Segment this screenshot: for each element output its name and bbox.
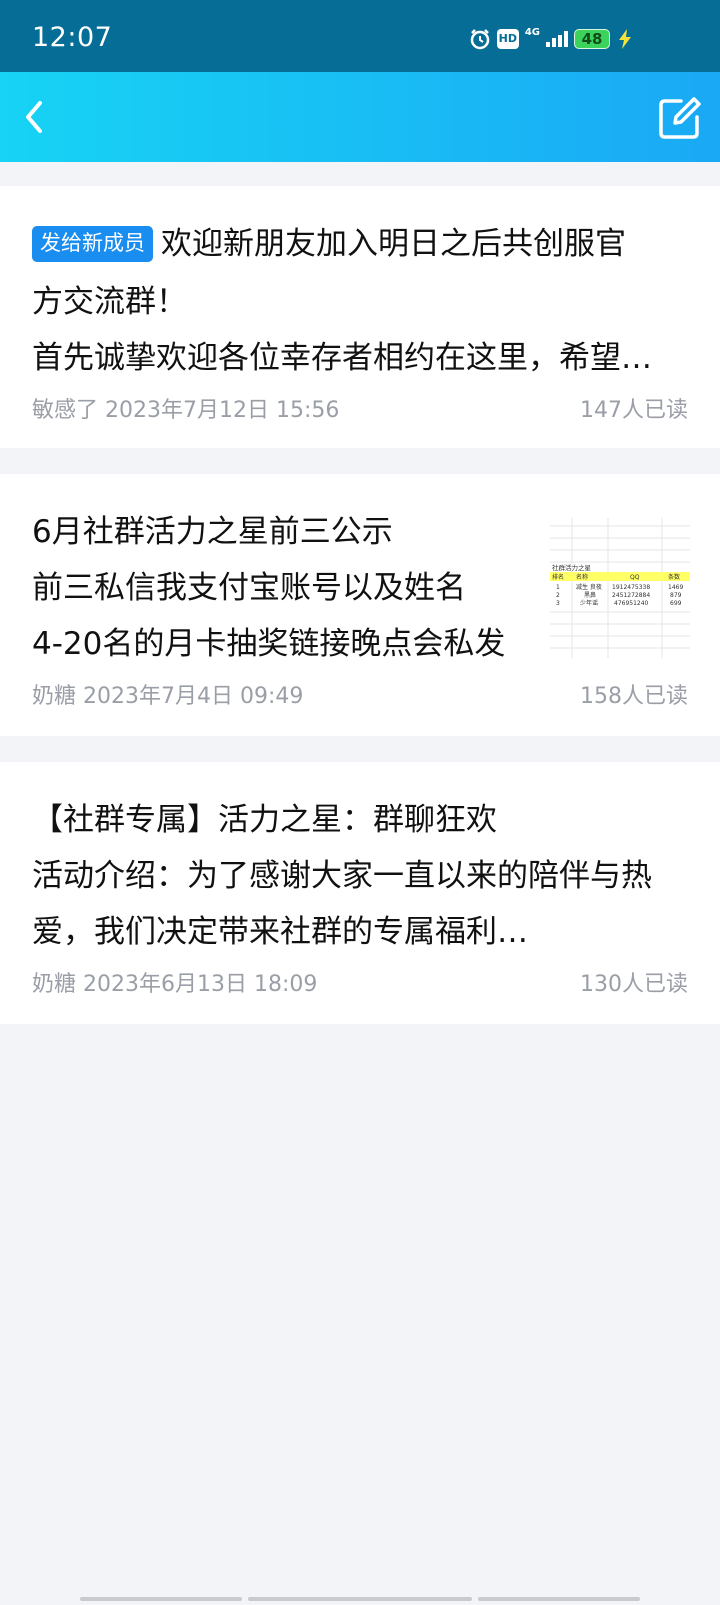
post-summary-line: 活动介绍：为了感谢大家一直以来的陪伴与热	[32, 858, 652, 894]
hd-badge: HD	[496, 29, 519, 49]
post-card[interactable]: 6月社群活力之星前三公示 前三私信我支付宝账号以及姓名 4-20名的月卡抽奖链接…	[0, 474, 720, 736]
post-title-line: 发给新成员 欢迎新朋友加入明日之后共创服官	[32, 224, 626, 264]
post-summary-line: 4-20名的月卡抽奖链接晚点会私发	[32, 626, 506, 662]
thumb-cell: 少年谣	[580, 599, 598, 607]
edit-icon	[659, 97, 701, 139]
post-date: 2023年7月4日 09:49	[83, 684, 304, 709]
spreadsheet-thumbnail: 社群活力之星 排名 名称 QQ 条数 1 减生 良夜 1912475338 14…	[550, 518, 690, 658]
post-thumbnail[interactable]: 社群活力之星 排名 名称 QQ 条数 1 减生 良夜 1912475338 14…	[550, 518, 690, 658]
post-author: 奶糖	[32, 684, 77, 709]
home-indicator	[478, 1597, 640, 1601]
thumb-cell: 减生 良夜	[576, 583, 602, 591]
read-count: 130人已读	[580, 972, 688, 997]
thumb-header: QQ	[630, 574, 640, 581]
post-author: 奶糖	[32, 972, 77, 997]
post-line-text: 欢迎新朋友加入明日之后共创服官	[161, 226, 626, 262]
nav-bar	[0, 72, 720, 162]
post-card[interactable]: 发给新成员 欢迎新朋友加入明日之后共创服官 方交流群！ 首先诚挚欢迎各位幸存者相约…	[0, 186, 720, 448]
post-summary-line: 首先诚挚欢迎各位幸存者相约在这里，希望…	[32, 340, 652, 376]
post-title-line: 【社群专属】活力之星：群聊狂欢	[32, 802, 497, 838]
post-card[interactable]: 【社群专属】活力之星：群聊狂欢 活动介绍：为了感谢大家一直以来的陪伴与热 爱，我…	[0, 762, 720, 1024]
thumb-cell: 1469	[668, 584, 683, 591]
edit-button[interactable]	[654, 92, 706, 144]
post-date: 2023年6月13日 18:09	[83, 972, 318, 997]
post-author: 敏感了	[32, 398, 99, 423]
post-title-line: 6月社群活力之星前三公示	[32, 514, 393, 550]
thumb-cell: 1	[556, 584, 560, 591]
thumb-cell: 黑鼻	[584, 591, 596, 599]
signal-icon	[546, 31, 568, 47]
post-date: 2023年7月12日 15:56	[105, 398, 340, 423]
thumb-title: 社群活力之星	[552, 563, 592, 572]
thumb-cell: 3	[556, 600, 560, 607]
back-button[interactable]	[10, 92, 60, 142]
status-icons: HD 4G 48	[469, 28, 634, 50]
post-summary-line: 爱，我们决定带来社群的专属福利…	[32, 914, 528, 950]
thumb-header: 名称	[576, 573, 588, 581]
post-title-line: 方交流群！	[32, 284, 187, 320]
thumb-header: 排名	[552, 573, 564, 581]
home-indicator	[80, 1597, 242, 1601]
charging-icon	[616, 29, 634, 49]
home-indicator	[248, 1597, 472, 1601]
status-bar: 12:07 HD 4G 48	[0, 0, 720, 72]
thumb-cell: 879	[670, 592, 682, 599]
post-meta: 敏感了 2023年7月12日 15:56	[32, 392, 339, 424]
battery-indicator: 48	[574, 29, 610, 49]
thumb-cell: 2451272884	[612, 592, 650, 599]
thumb-cell: 2	[556, 592, 560, 599]
read-count: 158人已读	[580, 684, 688, 709]
thumb-cell: 476951240	[614, 600, 649, 607]
network-type: 4G	[524, 27, 540, 38]
read-count: 147人已读	[580, 398, 688, 423]
alarm-icon	[469, 28, 491, 50]
chevron-left-icon	[26, 101, 42, 133]
thumb-cell: 1912475338	[612, 584, 650, 591]
post-summary-line: 前三私信我支付宝账号以及姓名	[32, 570, 466, 606]
post-meta: 奶糖 2023年6月13日 18:09	[32, 966, 317, 998]
post-meta: 奶糖 2023年7月4日 09:49	[32, 678, 303, 710]
thumb-header: 条数	[668, 573, 680, 581]
status-time: 12:07	[32, 22, 113, 53]
new-member-tag: 发给新成员	[32, 226, 153, 262]
thumb-cell: 699	[670, 600, 682, 607]
